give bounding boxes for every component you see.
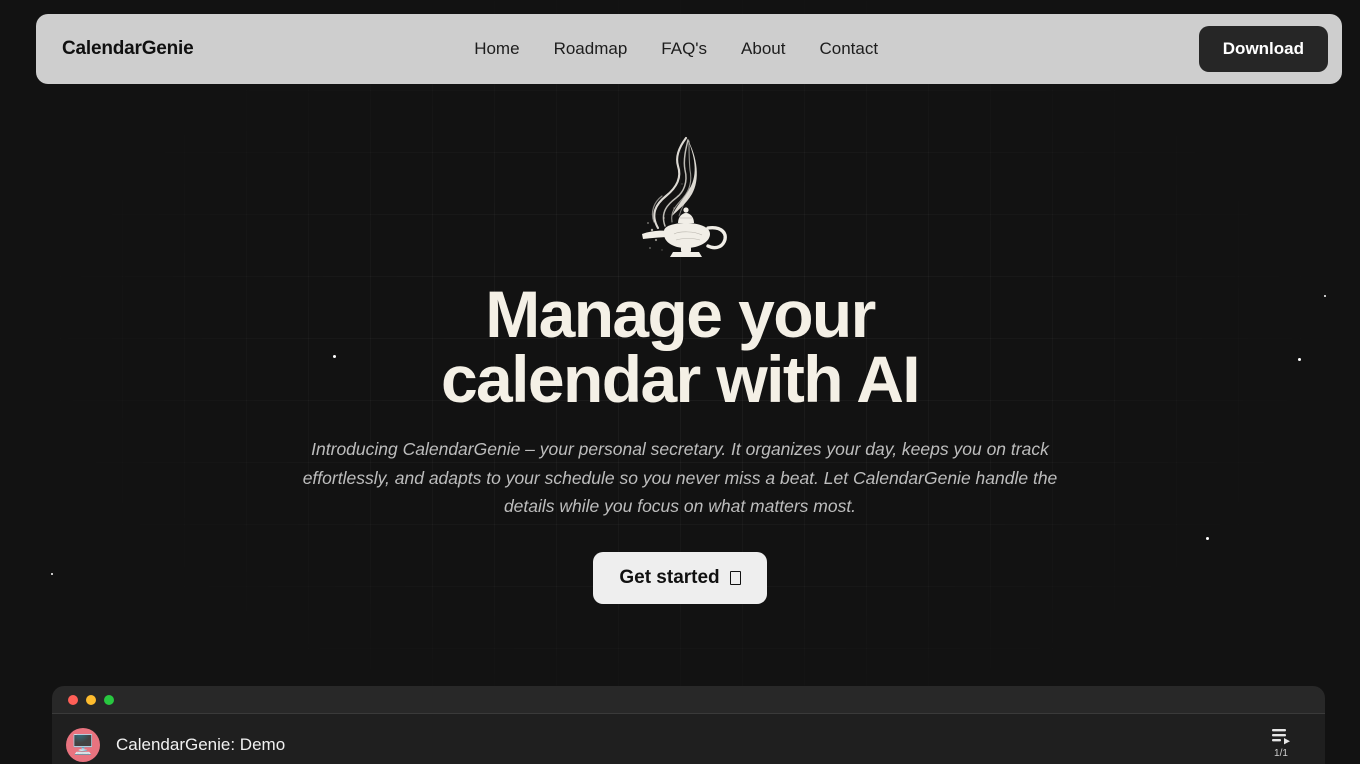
get-started-label: Get started — [619, 567, 720, 589]
demo-video-window: 🖥️ CalendarGenie: Demo 1/1 — [52, 686, 1325, 764]
genie-lamp-icon — [605, 120, 755, 260]
nav-item-faqs[interactable]: FAQ's — [661, 39, 707, 59]
hero-subtitle: Introducing CalendarGenie – your persona… — [302, 439, 1058, 517]
nav-item-roadmap[interactable]: Roadmap — [554, 39, 628, 59]
window-minimize-dot[interactable] — [86, 694, 96, 705]
avatar: 🖥️ — [66, 728, 100, 762]
playlist-count: 1/1 — [1274, 748, 1288, 759]
playlist-icon — [1272, 729, 1290, 745]
main-navigation: Home Roadmap FAQ's About Contact — [154, 39, 1199, 59]
window-titlebar — [52, 686, 1325, 714]
window-close-dot[interactable] — [68, 694, 78, 705]
nav-item-about[interactable]: About — [741, 39, 785, 59]
video-title[interactable]: CalendarGenie: Demo — [116, 735, 285, 755]
page-title: Manage your calendar with AI — [441, 281, 921, 412]
headline-line-2: calendar with AI — [440, 341, 921, 416]
site-header: CalendarGenie Home Roadmap FAQ's About C… — [36, 14, 1342, 84]
missing-glyph-box-icon — [729, 571, 741, 586]
nav-item-contact[interactable]: Contact — [819, 39, 878, 59]
download-button[interactable]: Download — [1198, 26, 1328, 72]
headline-line-1: Manage your — [485, 277, 876, 351]
nav-item-home[interactable]: Home — [474, 39, 519, 59]
hero-section: Manage your calendar with AI Introducing… — [0, 120, 1360, 605]
video-player[interactable]: 🖥️ CalendarGenie: Demo 1/1 — [52, 714, 1325, 764]
get-started-button[interactable]: Get started — [593, 552, 767, 605]
window-maximize-dot[interactable] — [104, 694, 114, 705]
playlist-indicator[interactable]: 1/1 — [1271, 728, 1291, 759]
page-root: CalendarGenie Home Roadmap FAQ's About C… — [0, 0, 1360, 764]
